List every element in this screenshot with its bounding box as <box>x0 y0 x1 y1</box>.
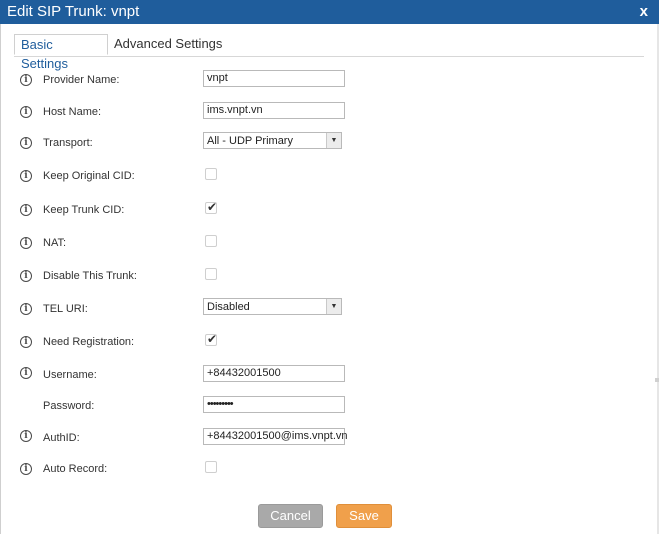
need-registration-row: i Need Registration: ✔ <box>0 332 659 354</box>
password-label: Password: <box>43 400 95 412</box>
info-icon[interactable]: i <box>20 463 32 475</box>
authid-label: AuthID: <box>43 432 80 444</box>
tab-advanced-settings[interactable]: Advanced Settings <box>108 34 228 55</box>
host-name-row: i Host Name: ims.vnpt.vn <box>0 102 659 124</box>
password-input[interactable]: ••••••••• <box>203 396 345 413</box>
tab-basic-settings[interactable]: Basic Settings <box>14 34 108 71</box>
tel-uri-value: Disabled <box>207 301 250 313</box>
info-icon[interactable]: i <box>20 137 32 149</box>
info-icon[interactable]: i <box>20 106 32 118</box>
provider-name-label: Provider Name: <box>43 74 120 86</box>
close-button[interactable]: x <box>640 3 648 20</box>
checkmark-icon: ✔ <box>206 332 218 346</box>
cancel-button[interactable]: Cancel <box>258 504 323 528</box>
auto-record-checkbox[interactable] <box>205 461 217 473</box>
transport-value: All - UDP Primary <box>207 135 293 147</box>
nat-checkbox[interactable] <box>205 235 217 247</box>
info-icon[interactable]: i <box>20 303 32 315</box>
tel-uri-row: i TEL URI: Disabled ▼ <box>0 298 659 320</box>
auto-record-row: i Auto Record: <box>0 459 659 481</box>
info-icon[interactable]: i <box>20 367 32 379</box>
username-input[interactable]: +84432001500 <box>203 365 345 382</box>
keep-trunk-cid-checkbox[interactable]: ✔ <box>205 200 218 214</box>
keep-original-cid-row: i Keep Original CID: <box>0 166 659 188</box>
need-registration-label: Need Registration: <box>43 336 135 348</box>
transport-label: Transport: <box>43 137 93 149</box>
username-label: Username: <box>43 369 97 381</box>
authid-row: i AuthID: +84432001500@ims.vnpt.vn <box>0 428 659 450</box>
disable-trunk-label: Disable This Trunk: <box>43 270 137 282</box>
tel-uri-select[interactable]: Disabled ▼ <box>203 298 342 315</box>
disable-trunk-checkbox[interactable] <box>205 268 217 280</box>
info-icon[interactable]: i <box>20 170 32 182</box>
provider-name-input[interactable]: vnpt <box>203 70 345 87</box>
info-icon[interactable]: i <box>20 336 32 348</box>
username-row: i Username: +84432001500 <box>0 365 659 387</box>
keep-original-cid-label: Keep Original CID: <box>43 170 135 182</box>
disable-trunk-row: i Disable This Trunk: <box>0 266 659 288</box>
keep-trunk-cid-label: Keep Trunk CID: <box>43 204 125 216</box>
transport-select[interactable]: All - UDP Primary ▼ <box>203 132 342 149</box>
info-icon[interactable]: i <box>20 74 32 86</box>
need-registration-checkbox[interactable]: ✔ <box>205 332 218 346</box>
host-name-input[interactable]: ims.vnpt.vn <box>203 102 345 119</box>
nat-label: NAT: <box>43 237 67 249</box>
info-icon[interactable]: i <box>20 204 32 216</box>
info-icon[interactable]: i <box>20 237 32 249</box>
host-name-label: Host Name: <box>43 106 102 118</box>
info-icon[interactable]: i <box>20 270 32 282</box>
dialog-title: Edit SIP Trunk: vnpt <box>7 3 140 20</box>
tel-uri-label: TEL URI: <box>43 303 88 315</box>
password-row: Password: ••••••••• <box>0 396 659 418</box>
keep-original-cid-checkbox[interactable] <box>205 168 217 180</box>
nat-row: i NAT: <box>0 233 659 255</box>
provider-name-row: i Provider Name: vnpt <box>0 70 659 92</box>
save-button[interactable]: Save <box>336 504 392 528</box>
checkmark-icon: ✔ <box>206 200 218 214</box>
transport-row: i Transport: All - UDP Primary ▼ <box>0 132 659 154</box>
dialog-titlebar: Edit SIP Trunk: vnpt x <box>0 0 659 24</box>
chevron-down-icon[interactable]: ▼ <box>326 299 341 314</box>
authid-input[interactable]: +84432001500@ims.vnpt.vn <box>203 428 348 445</box>
keep-trunk-cid-row: i Keep Trunk CID: ✔ <box>0 200 659 222</box>
settings-tabs: Basic Settings Advanced Settings <box>14 34 644 71</box>
auto-record-label: Auto Record: <box>43 463 108 475</box>
info-icon[interactable]: i <box>20 430 32 442</box>
chevron-down-icon[interactable]: ▼ <box>326 133 341 148</box>
